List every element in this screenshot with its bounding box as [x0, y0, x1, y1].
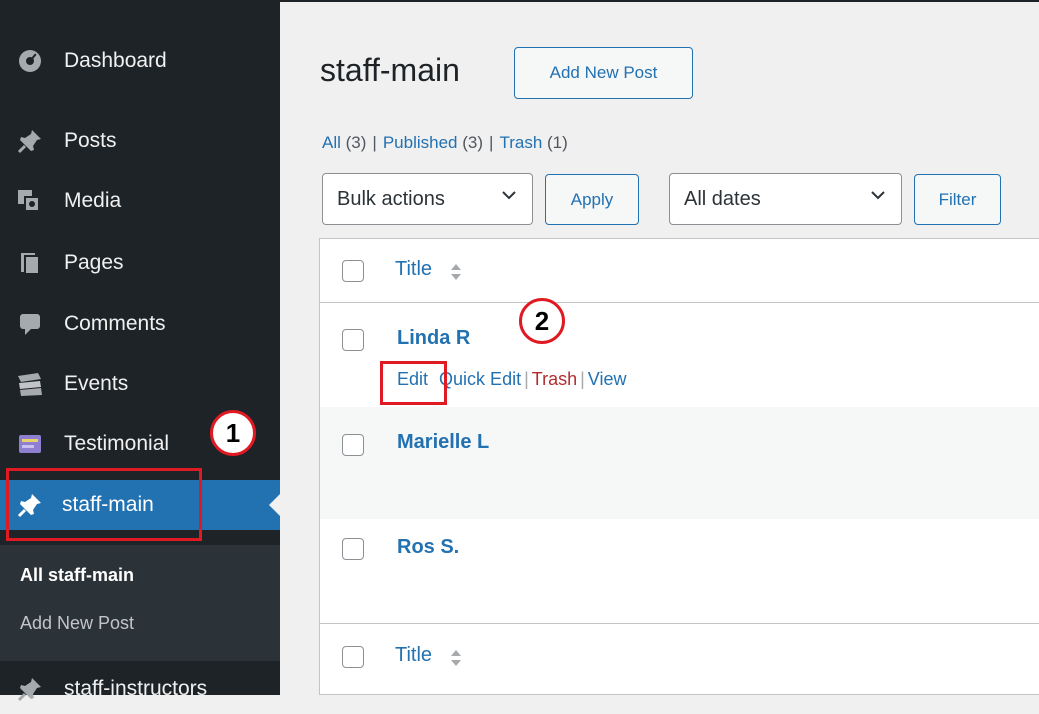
sidebar-item-label: Events [64, 372, 129, 395]
chevron-down-icon [500, 186, 518, 210]
table-row: Marielle L [320, 407, 1039, 519]
table-header-row: Title [320, 239, 1039, 303]
posts-table: Title Linda R Edit Quick Edit | Trash | View… [319, 238, 1039, 695]
sort-icon[interactable] [449, 261, 463, 288]
sidebar-item-posts[interactable]: Posts [0, 116, 280, 166]
filter-all-count: (3) [345, 133, 367, 152]
post-status-filters: All (3) | Published (3) | Trash (1) [322, 133, 568, 152]
view-link[interactable]: View [588, 369, 627, 389]
row-checkbox[interactable] [342, 434, 364, 456]
dates-filter-select[interactable]: All dates [669, 173, 902, 225]
sidebar-item-dashboard[interactable]: Dashboard [0, 36, 280, 86]
current-menu-arrow [269, 494, 280, 516]
sidebar-item-label: Pages [64, 251, 124, 274]
bulk-actions-select[interactable]: Bulk actions [322, 173, 533, 225]
pushpin-icon [15, 126, 45, 156]
sidebar-item-label: Comments [64, 312, 166, 335]
filter-button[interactable]: Filter [914, 174, 1001, 225]
sidebar-item-pages[interactable]: Pages [0, 238, 280, 288]
add-new-post-button[interactable]: Add New Post [514, 47, 693, 99]
sort-icon[interactable] [449, 647, 463, 674]
admin-bar [280, 0, 1039, 2]
media-icon [15, 186, 45, 216]
select-all-checkbox[interactable] [342, 260, 364, 282]
filter-trash-link[interactable]: Trash (1) [499, 133, 567, 152]
filter-all-link[interactable]: All (3) [322, 133, 366, 152]
sidebar-item-label: Dashboard [64, 49, 167, 72]
sidebar-item-label: Posts [64, 129, 117, 152]
table-footer-row: Title [320, 624, 1039, 696]
admin-sidebar: Dashboard Posts Media Pages Comments Eve… [0, 0, 280, 702]
filter-published-count: (3) [462, 133, 484, 152]
sidebar-item-label: staff-instructors [64, 677, 208, 700]
sidebar-item-events[interactable]: Events [0, 359, 280, 409]
column-title-header[interactable]: Title [395, 258, 432, 281]
highlight-box-step1 [6, 468, 202, 541]
apply-button[interactable]: Apply [545, 174, 639, 225]
sidebar-item-media[interactable]: Media [0, 176, 280, 226]
post-title-link[interactable]: Linda R [397, 327, 470, 350]
post-title-link[interactable]: Ros S. [397, 536, 459, 559]
submenu-item-all-staff-main[interactable]: All staff-main [20, 565, 134, 586]
sidebar-item-label: Media [64, 189, 122, 212]
table-row: Ros S. [320, 519, 1039, 623]
events-icon [15, 369, 45, 399]
select-all-checkbox[interactable] [342, 646, 364, 668]
post-title-link[interactable]: Marielle L [397, 431, 489, 454]
dates-filter-value: All dates [684, 187, 761, 210]
pushpin-icon [15, 674, 45, 704]
sidebar-item-comments[interactable]: Comments [0, 299, 280, 349]
submenu-item-add-new-post[interactable]: Add New Post [20, 613, 134, 634]
testimonial-icon [15, 429, 45, 459]
comments-icon [15, 309, 45, 339]
sidebar-item-label: Testimonial [64, 432, 170, 455]
chevron-down-icon [869, 186, 887, 210]
bulk-actions-value: Bulk actions [337, 187, 445, 210]
trash-link[interactable]: Trash [532, 369, 577, 389]
step-marker-1: 1 [210, 410, 256, 456]
step-marker-2: 2 [519, 298, 565, 344]
quick-edit-link[interactable]: Quick Edit [439, 369, 521, 389]
filter-trash-label: Trash [499, 133, 543, 152]
filter-trash-count: (1) [547, 133, 568, 152]
page-title: staff-main [320, 52, 460, 88]
highlight-box-step2 [380, 361, 447, 405]
filter-published-label: Published [382, 133, 458, 152]
dashboard-icon [15, 46, 45, 76]
staff-main-submenu: All staff-main Add New Post [0, 545, 280, 661]
row-checkbox[interactable] [342, 538, 364, 560]
filter-all-label: All [322, 133, 341, 152]
pages-icon [15, 248, 45, 278]
column-title-footer[interactable]: Title [395, 644, 432, 667]
sidebar-item-staff-instructors[interactable]: staff-instructors [0, 664, 280, 714]
filter-published-link[interactable]: Published (3) [383, 133, 483, 152]
row-checkbox[interactable] [342, 329, 364, 351]
